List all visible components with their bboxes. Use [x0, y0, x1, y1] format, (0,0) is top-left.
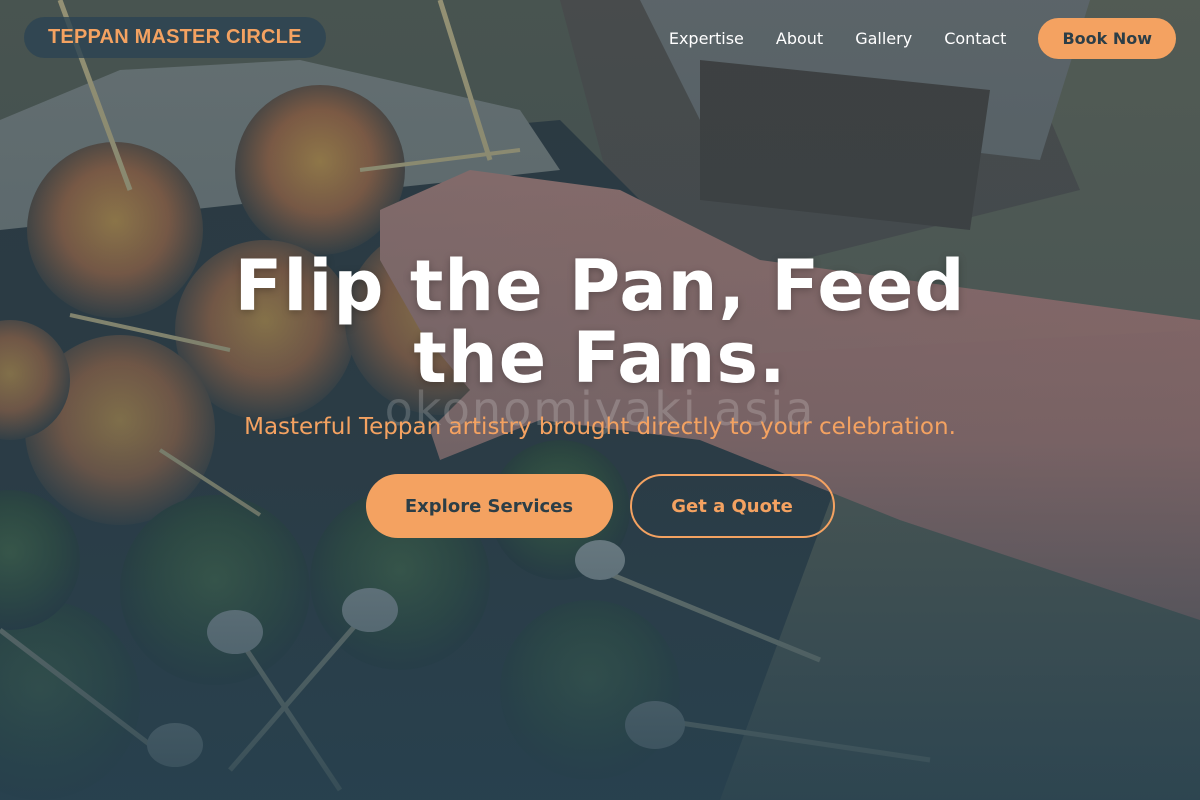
explore-services-button[interactable]: Explore Services [365, 474, 613, 538]
hero-cta-row: Explore Services Get a Quote [0, 474, 1200, 538]
top-navigation: TEPPAN MASTER CIRCLE Expertise About Gal… [0, 0, 1200, 76]
nav-link-gallery[interactable]: Gallery [855, 29, 912, 48]
nav-link-contact[interactable]: Contact [944, 29, 1006, 48]
nav-link-about[interactable]: About [776, 29, 823, 48]
book-now-button[interactable]: Book Now [1038, 17, 1176, 59]
brand-logo[interactable]: TEPPAN MASTER CIRCLE [24, 16, 326, 58]
hero-subtitle: Masterful Teppan artistry brought direct… [244, 414, 956, 440]
nav-menu: Expertise About Gallery Contact Book Now [669, 17, 1176, 59]
hero-headline: Flip the Pan, Feed the Fans. [234, 245, 966, 399]
nav-link-expertise[interactable]: Expertise [669, 29, 744, 48]
hero-section: Flip the Pan, Feed the Fans. Masterful T… [0, 250, 1200, 538]
get-quote-button[interactable]: Get a Quote [629, 474, 835, 538]
